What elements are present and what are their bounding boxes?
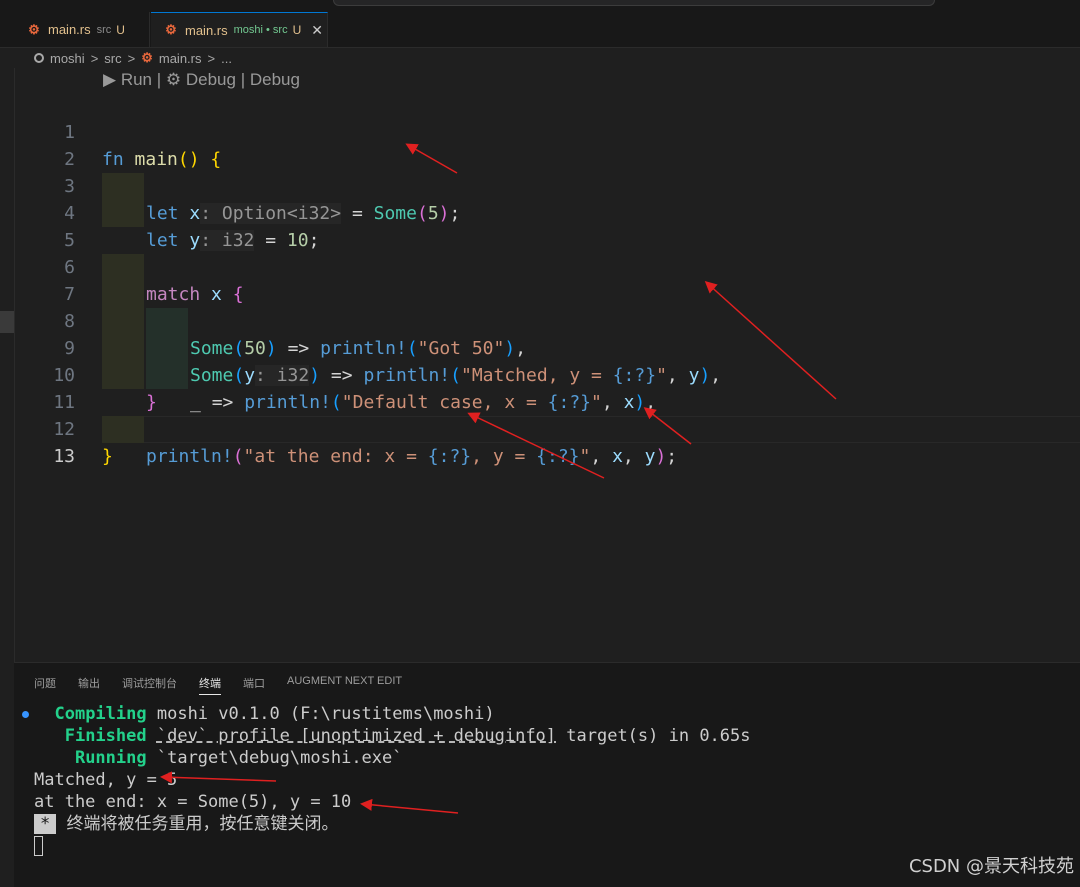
code-token: " [579, 446, 591, 467]
breadcrumb-folder[interactable]: src [104, 51, 121, 66]
terminal-line: Matched, y = 5 [34, 770, 178, 790]
tab-problems[interactable]: 问题 [34, 675, 56, 695]
close-icon[interactable]: ✕ [311, 22, 323, 39]
title-bar [0, 0, 1080, 12]
terminal-text: target(s) in 0.65s [556, 726, 751, 746]
watermark: CSDN @景天科技苑 [908, 856, 1074, 877]
tab-status: U [292, 23, 302, 37]
code-line: 9 } [14, 308, 1080, 413]
tab-dir: moshi • src [233, 24, 288, 36]
code-line: 13 [14, 416, 1080, 467]
tab-main-rs-moshi[interactable]: ⚙ main.rs moshi • src U ✕ [151, 12, 328, 47]
code-token: } [102, 446, 113, 467]
codelens-separator: | [240, 70, 246, 89]
code-line: 6 Some(50) => println!("Got 50"), [14, 227, 1080, 359]
terminal-text: moshi v0.1.0 (F:\rustitems\moshi) [156, 704, 495, 724]
code-editor[interactable]: 1 fn main() { 2 let x: Option<i32> = Som… [14, 92, 1080, 662]
terminal-text: `target\debug\moshi.exe` [156, 748, 403, 768]
code-token: ) [655, 446, 667, 467]
codelens: ▶ Run | ⚙ Debug | Debug [103, 70, 300, 90]
line-number: 13 [53, 446, 75, 467]
folder-root-icon [34, 53, 44, 63]
terminal-output[interactable]: Compiling moshi v0.1.0 (F:\rustitems\mos… [34, 703, 751, 857]
tab-debug-console[interactable]: 调试控制台 [122, 675, 177, 695]
chevron-right-icon: > [207, 50, 216, 66]
editor-tabs: ⚙ main.rs src U ⚙ main.rs moshi • src U … [0, 12, 1080, 48]
breadcrumb-file[interactable]: main.rs [159, 51, 202, 66]
code-token: , [590, 446, 602, 467]
tab-augment-next-edit[interactable]: AUGMENT NEXT EDIT [287, 675, 402, 695]
codelens-debug-alt[interactable]: Debug [250, 70, 300, 89]
chevron-right-icon: > [90, 50, 99, 66]
code-token: {:?} [536, 446, 580, 467]
code-line: 2 let x: Option<i32> = Some(5); [14, 119, 1080, 224]
code-token: {:?} [427, 446, 472, 467]
activity-indicator [0, 311, 14, 333]
terminal-status-dot [22, 711, 29, 718]
codelens-run[interactable]: Run [121, 70, 152, 89]
rust-file-icon: ⚙ [28, 21, 40, 37]
code-token: ( [232, 446, 244, 467]
code-line: 5 match x { [14, 200, 1080, 305]
terminal-line: Finished `dev` profile [unoptimized + de… [34, 725, 751, 747]
breadcrumb: moshi > src > ⚙ main.rs > ... [0, 48, 1080, 68]
code-line: 7 Some(y: i32) => println!("Matched, y =… [14, 254, 1080, 386]
terminal-line: at the end: x = Some(5), y = 10 [34, 792, 352, 812]
tab-main-rs-src[interactable]: ⚙ main.rs src U [0, 12, 150, 47]
code-token: y [644, 446, 656, 467]
rust-file-icon: ⚙ [165, 22, 177, 37]
code-token: x [612, 446, 623, 467]
terminal-cursor [34, 836, 43, 856]
terminal-label: Compiling [54, 704, 147, 724]
rust-file-icon: ⚙ [141, 50, 153, 65]
code-line: 11 println!("at the end: x = {:?}, y = {… [14, 362, 1080, 467]
code-token: ; [666, 446, 678, 467]
terminal-label: Running [74, 748, 147, 768]
gear-icon: ⚙ [165, 70, 182, 89]
command-center[interactable] [333, 0, 935, 6]
code-line: 4 [14, 173, 1080, 224]
activity-bar [0, 68, 15, 886]
chevron-right-icon: > [127, 50, 136, 66]
terminal-line [34, 835, 751, 857]
code-line: 3 let y: i32 = 10; [14, 146, 1080, 251]
code-token: "at the end: x = [243, 446, 428, 467]
tab-ports[interactable]: 端口 [243, 675, 265, 695]
code-token: , [622, 446, 634, 467]
codelens-separator: | [156, 70, 162, 89]
task-star-badge: * [34, 814, 57, 834]
breadcrumb-root[interactable]: moshi [50, 51, 85, 66]
code-line: 12 } [14, 389, 1080, 467]
tab-filename: main.rs [185, 22, 228, 38]
code-line: 8 _ => println!("Default case, x = {:?}"… [14, 281, 1080, 413]
tab-filename: main.rs [48, 22, 91, 37]
code-token: , y = [471, 446, 537, 467]
panel-tabs: 问题 输出 调试控制台 终端 端口 AUGMENT NEXT EDIT [34, 675, 424, 695]
code-token: println! [146, 446, 233, 467]
terminal-label: Finished [64, 726, 147, 746]
terminal-line: * 终端将被任务重用，按任意键关闭。 [34, 813, 751, 835]
terminal-text: `dev` profile [unoptimized + debuginfo] [156, 726, 557, 746]
terminal-line: Compiling moshi v0.1.0 (F:\rustitems\mos… [34, 703, 751, 725]
terminal-line: Running `target\debug\moshi.exe` [34, 747, 751, 769]
tab-output[interactable]: 输出 [78, 675, 100, 695]
breadcrumb-more[interactable]: ... [221, 51, 232, 66]
tab-dir: src [96, 23, 112, 36]
terminal-text: 终端将被任务重用，按任意键关闭。 [66, 814, 339, 834]
tab-terminal[interactable]: 终端 [199, 675, 221, 695]
play-icon: ▶ [103, 70, 117, 89]
tab-status: U [116, 22, 125, 37]
code-line: 1 fn main() { [14, 92, 1080, 170]
codelens-debug[interactable]: Debug [186, 70, 236, 89]
code-line: 10 [14, 335, 1080, 386]
